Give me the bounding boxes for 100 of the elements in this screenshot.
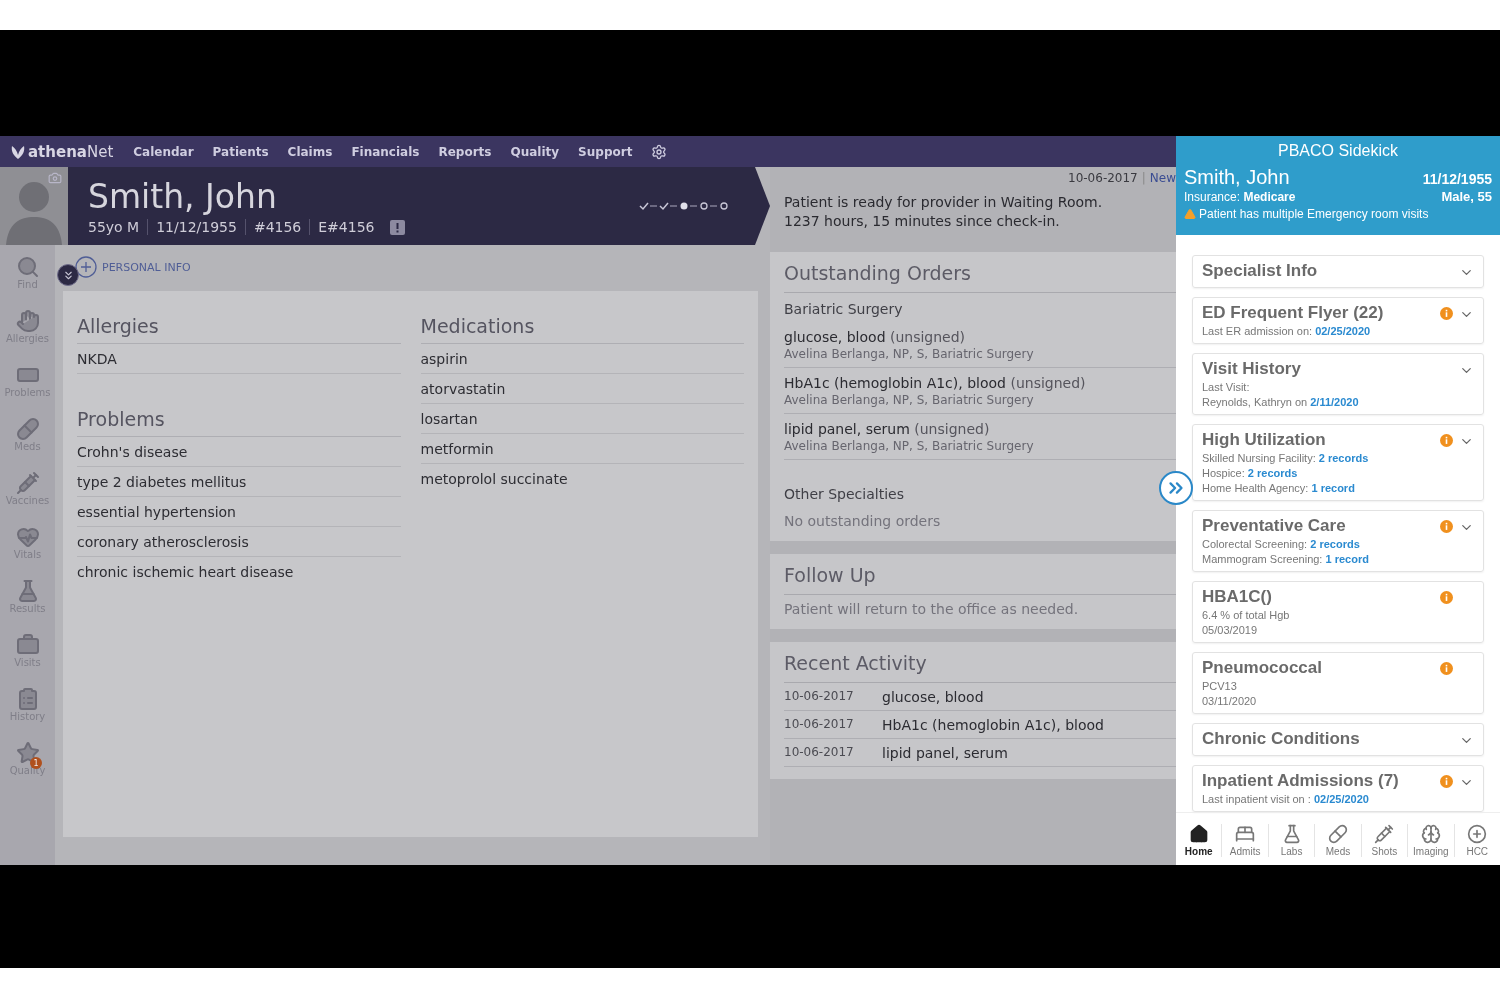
syringe-icon <box>1374 824 1395 844</box>
record-link[interactable]: 1 record <box>1325 553 1369 565</box>
card-title: High Utilization <box>1202 429 1327 451</box>
bottom-nav-tab[interactable]: Shots <box>1361 824 1409 857</box>
nav-link[interactable]: Patients <box>212 144 269 159</box>
pill-icon <box>15 417 40 441</box>
separator: | <box>1141 171 1146 185</box>
info-card[interactable]: Pneumococcal PCV13 03/11/2020 <box>1192 652 1484 714</box>
home-icon <box>1188 824 1209 844</box>
card-title: Specialist Info <box>1202 260 1319 282</box>
info-card[interactable]: Specialist Info <box>1192 255 1484 288</box>
follow-up-text: Patient will return to the office as needed. <box>784 600 1080 617</box>
card-title: ED Frequent Flyer (22) <box>1202 302 1385 324</box>
card-detail: Reynolds, Kathryn on 2/11/2020 <box>1202 396 1360 409</box>
pill-icon <box>1327 824 1348 844</box>
status-message: 1237 hours, 15 minutes since check-in. <box>784 212 1061 231</box>
card-detail: Home Health Agency: 1 record <box>1202 482 1356 495</box>
info-card[interactable]: Visit History Last Visit: Reynolds, Kathryn on 2/11/2020 <box>1192 353 1484 415</box>
bottom-nav-tab[interactable]: Labs <box>1268 824 1316 857</box>
activity-date: 10-06-2017 <box>784 717 855 733</box>
info-icon <box>1440 520 1453 533</box>
info-card[interactable]: Chronic Conditions <box>1192 723 1484 756</box>
info-card[interactable]: Preventative Care Colorectal Screening: 2 records Mammogram Screening: 1 record <box>1192 510 1484 572</box>
warning-icon <box>1184 208 1196 220</box>
record-link[interactable]: 2 records <box>1310 538 1360 550</box>
card-title: Preventative Care <box>1202 515 1347 537</box>
specialty-title: Bariatric Surgery <box>784 300 904 319</box>
patient-id: #4156 <box>253 219 311 235</box>
encounter-date: 10-06-2017 <box>1068 171 1138 185</box>
plus-circle-icon <box>1467 824 1488 844</box>
medication-item: losartan <box>420 404 744 434</box>
section-title: Medications <box>420 307 744 344</box>
new-link[interactable]: New <box>1149 171 1176 185</box>
personal-info-link[interactable]: PERSONAL INFO <box>75 255 758 279</box>
card-title: Pneumococcal <box>1202 657 1323 679</box>
info-card[interactable]: High Utilization Skilled Nursing Facility: 2 records Hospice: 2 records Home Health Agency: 1 record <box>1192 424 1484 501</box>
card-detail: PCV13 <box>1202 680 1238 693</box>
section-title: Problems <box>77 400 401 437</box>
bottom-nav-tab[interactable]: Home <box>1176 824 1223 857</box>
card-title: Outstanding Orders <box>784 260 1176 293</box>
medication-item: aspirin <box>420 344 744 374</box>
section-title: Allergies <box>77 307 401 344</box>
medication-item: atorvastatin <box>420 374 744 404</box>
info-card[interactable]: ED Frequent Flyer (22) Last ER admission on: 02/25/2020 <box>1192 297 1484 344</box>
record-link[interactable]: 2 records <box>1247 467 1298 479</box>
alert-message: Patient has multiple Emergency room visits <box>1199 207 1429 221</box>
bottom-nav-tab[interactable]: HCC <box>1454 824 1500 857</box>
card-detail: Hospice: 2 records <box>1202 467 1299 480</box>
star-icon <box>15 741 40 765</box>
alert-icon[interactable] <box>390 219 406 235</box>
activity-date: 10-06-2017 <box>784 745 855 761</box>
card-title: Inpatient Admissions (7) <box>1202 770 1400 792</box>
info-card[interactable]: HBA1C() 6.4 % of total Hgb 05/03/2019 <box>1192 581 1484 643</box>
patient-dob: 11/12/1955 <box>156 219 246 235</box>
card-detail: Last ER admission on: 02/25/2020 <box>1202 325 1372 338</box>
problem-item: Crohn's disease <box>77 437 401 467</box>
settings-icon[interactable] <box>651 143 668 160</box>
card-detail: 03/11/2020 <box>1202 695 1258 708</box>
medication-item: metformin <box>420 434 744 464</box>
activity-name: HbA1c (hemoglobin A1c), blood <box>882 717 1104 733</box>
medication-item: metoprolol succinate <box>420 470 569 489</box>
empty-message: No outstanding orders <box>784 512 942 529</box>
record-link[interactable]: 1 record <box>1311 482 1355 494</box>
info-icon <box>1440 307 1453 320</box>
record-link[interactable]: 02/25/2020 <box>1315 325 1371 337</box>
order-provider: Avelina Berlanga, NP, S, Bariatric Surgery <box>784 393 1035 407</box>
activity-name: glucose, blood <box>882 689 984 705</box>
patient-name: Smith, John <box>1184 166 1290 189</box>
record-link[interactable]: 2/11/2020 <box>1310 396 1359 408</box>
info-icon <box>1440 591 1453 604</box>
order-name: lipid panel, serum (unsigned) <box>784 421 991 437</box>
nav-link[interactable]: Quality <box>510 144 560 159</box>
nav-link[interactable]: Support <box>578 144 633 159</box>
nav-link[interactable]: Financials <box>351 144 420 159</box>
bottom-nav-tab[interactable]: Imaging <box>1408 824 1455 857</box>
bottom-nav-tab[interactable]: Meds <box>1315 824 1362 857</box>
card-detail: Last inpatient visit on : 02/25/2020 <box>1202 793 1370 806</box>
search-icon <box>15 255 40 279</box>
record-link[interactable]: 2 records <box>1318 452 1369 464</box>
card-detail: Mammogram Screening: 1 record <box>1202 553 1370 566</box>
card-detail: Last Visit: <box>1202 381 1251 394</box>
patient-name: Smith, John <box>88 177 278 217</box>
athenanet-logo[interactable]: athenaNet <box>10 142 114 161</box>
nav-link[interactable]: Reports <box>438 144 492 159</box>
card-detail: 6.4 % of total Hgb <box>1202 609 1291 622</box>
info-card[interactable]: Inpatient Admissions (7) Last inpatient visit on : 02/25/2020 <box>1192 765 1484 812</box>
bottom-nav-tab[interactable]: Admits <box>1222 824 1269 857</box>
record-link[interactable]: 02/25/2020 <box>1313 793 1369 805</box>
heart-pulse-icon <box>15 525 40 549</box>
expand-button[interactable] <box>57 264 79 286</box>
nav-link[interactable]: Claims <box>287 144 333 159</box>
problem-item: type 2 diabetes mellitus <box>77 467 401 497</box>
info-icon <box>1440 775 1453 788</box>
enterprise-id: E#4156 <box>318 219 376 235</box>
problem-item: coronary atherosclerosis <box>77 527 401 557</box>
nav-link[interactable]: Calendar <box>133 144 194 159</box>
bed-icon <box>1235 824 1256 844</box>
patient-age-sex: 55yo M <box>88 219 149 235</box>
problem-item: essential hypertension <box>77 497 401 527</box>
info-icon <box>1440 662 1453 675</box>
